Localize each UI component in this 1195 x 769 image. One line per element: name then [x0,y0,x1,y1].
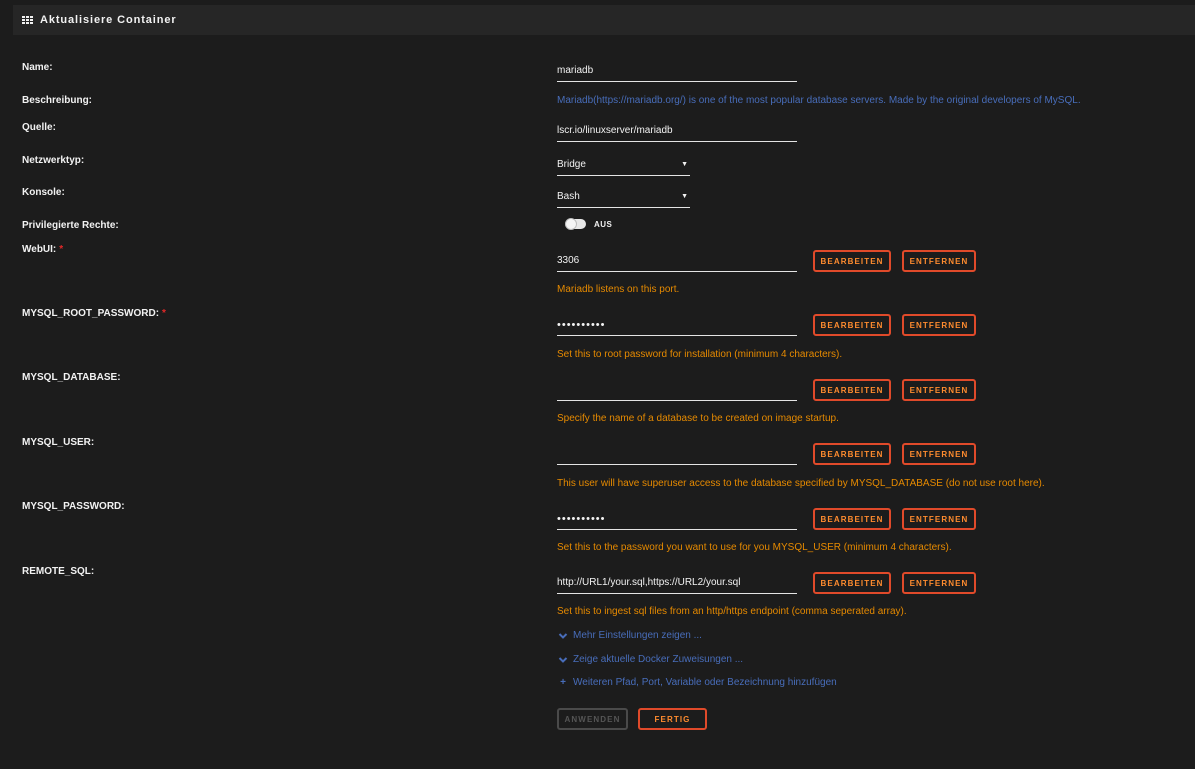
remove-button[interactable]: ENTFERNEN [902,508,976,530]
required-marker: * [162,308,166,319]
config-description: Set this to the password you want to use… [557,542,952,553]
chevron-down-icon: ▼ [681,192,688,200]
name-field[interactable] [557,61,797,82]
page-header: Aktualisiere Container [13,5,1195,35]
more-settings-link[interactable]: Mehr Einstellungen zeigen ... [558,630,702,641]
config-field[interactable] [557,380,797,401]
config-field[interactable] [557,444,797,465]
remove-button[interactable]: ENTFERNEN [902,443,976,465]
edit-button[interactable]: BEARBEITEN [813,314,891,336]
config-input[interactable] [557,573,797,593]
console-select-value: Bash [557,190,580,202]
chevron-down-icon [558,656,568,664]
config-field[interactable] [557,251,797,272]
edit-button[interactable]: BEARBEITEN [813,379,891,401]
chevron-down-icon: ▼ [681,160,688,168]
config-input[interactable] [557,315,797,335]
config-label: MYSQL_ROOT_PASSWORD: * [22,308,166,319]
config-field[interactable] [557,509,797,530]
config-label-text: REMOTE_SQL: [22,566,95,577]
edit-button[interactable]: BEARBEITEN [813,572,891,594]
config-label: WebUI: * [22,244,63,255]
done-button[interactable]: FERTIG [638,708,707,730]
apply-button[interactable]: ANWENDEN [557,708,628,730]
docker-mappings-link[interactable]: Zeige aktuelle Docker Zuweisungen ... [558,654,743,665]
remove-button[interactable]: ENTFERNEN [902,572,976,594]
more-settings-label: Mehr Einstellungen zeigen ... [573,630,702,641]
source-field[interactable] [557,121,797,142]
edit-button[interactable]: BEARBEITEN [813,250,891,272]
description-label: Beschreibung: [22,95,93,106]
edit-button[interactable]: BEARBEITEN [813,508,891,530]
config-description: Set this to ingest sql files from an htt… [557,606,907,617]
config-field[interactable] [557,573,797,594]
edit-button[interactable]: BEARBEITEN [813,443,891,465]
network-select-value: Bridge [557,158,586,170]
config-description: Specify the name of a database to be cre… [557,413,839,424]
source-label: Quelle: [22,122,56,133]
toggle-knob[interactable] [565,218,577,230]
config-label: MYSQL_DATABASE: [22,372,124,383]
remove-button[interactable]: ENTFERNEN [902,379,976,401]
chevron-down-icon [558,632,568,640]
remove-button[interactable]: ENTFERNEN [902,250,976,272]
network-label: Netzwerktyp: [22,155,85,166]
toggle-state: AUS [594,219,613,229]
config-input[interactable] [557,509,797,529]
required-marker: * [59,244,64,255]
console-select[interactable]: Bash ▼ [557,185,690,208]
config-label-text: MYSQL_PASSWORD: [22,501,125,512]
privileged-label: Privilegierte Rechte: [22,220,119,231]
config-description: Mariadb listens on this port. [557,284,680,295]
plus-icon: + [560,677,566,688]
privileged-toggle[interactable]: AUS [565,218,613,230]
config-description: Set this to root password for installati… [557,349,843,360]
config-input[interactable] [557,444,797,464]
name-label: Name: [22,62,53,73]
network-select[interactable]: Bridge ▼ [557,153,690,176]
description-text: Mariadb(https://mariadb.org/) is one of … [557,95,1081,106]
add-item-link[interactable]: + Weiteren Pfad, Port, Variable oder Bez… [558,677,837,688]
config-label-text: MYSQL_ROOT_PASSWORD: [22,308,160,319]
config-field[interactable] [557,315,797,336]
console-label: Konsole: [22,187,65,198]
config-label: REMOTE_SQL: [22,566,97,577]
add-item-label: Weiteren Pfad, Port, Variable oder Bezei… [573,677,837,688]
config-label: MYSQL_USER: [22,437,97,448]
name-input[interactable] [557,61,797,81]
remove-button[interactable]: ENTFERNEN [902,314,976,336]
config-label-text: MYSQL_USER: [22,437,95,448]
docker-mappings-label: Zeige aktuelle Docker Zuweisungen ... [573,654,744,665]
config-label-text: WebUI: [22,244,57,255]
config-label-text: MYSQL_DATABASE: [22,372,121,383]
config-input[interactable] [557,251,797,271]
source-input[interactable] [557,121,797,141]
grid-icon [22,15,33,25]
config-input[interactable] [557,380,797,400]
toggle-track[interactable] [565,218,586,230]
config-description: This user will have superuser access to … [557,478,1045,489]
config-label: MYSQL_PASSWORD: [22,501,128,512]
page-title: Aktualisiere Container [40,14,177,26]
